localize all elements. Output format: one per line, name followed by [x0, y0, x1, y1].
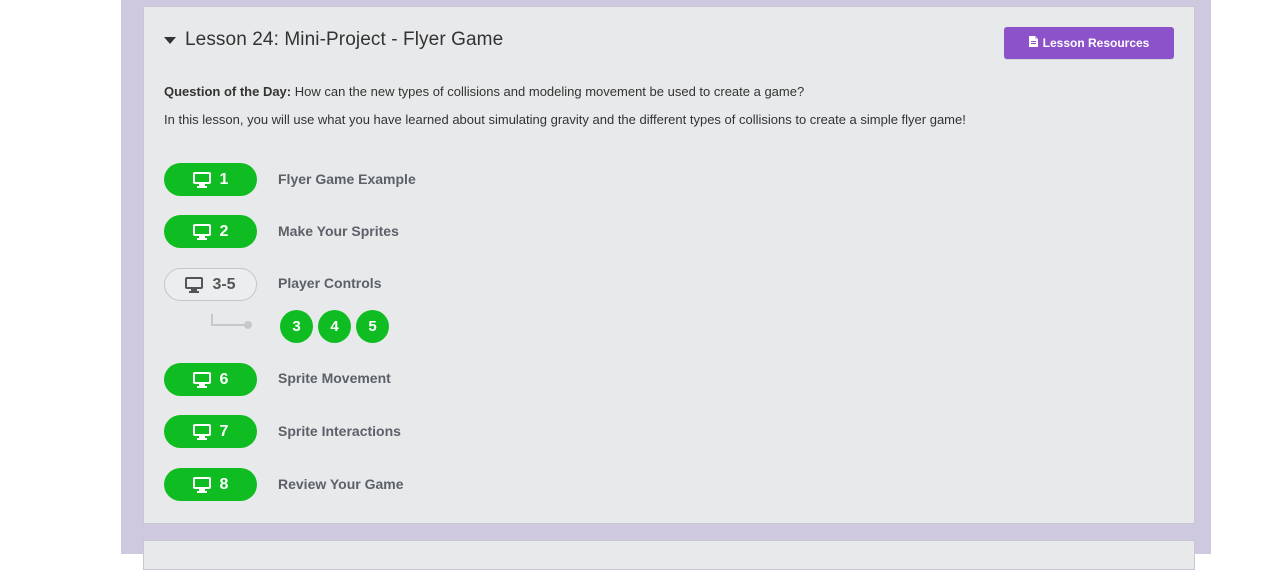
computer-monitor-icon	[192, 171, 211, 188]
level-button-1[interactable]: 1	[164, 163, 257, 196]
computer-monitor-icon	[192, 423, 211, 440]
level-group-button-3-5[interactable]: 3-5	[164, 268, 257, 301]
level-number: 3-5	[212, 275, 236, 293]
sublevel-bubble-5[interactable]: 5	[356, 310, 389, 343]
level-number: 7	[219, 422, 229, 440]
question-label: Question of the Day:	[164, 84, 292, 99]
level-label-1[interactable]: Flyer Game Example	[278, 171, 416, 187]
computer-monitor-icon	[192, 223, 211, 240]
level-number: 1	[219, 170, 229, 188]
level-button-7[interactable]: 7	[164, 415, 257, 448]
lesson-header: Lesson 24: Mini-Project - Flyer Game	[164, 29, 503, 51]
level-number: 6	[219, 370, 229, 388]
level-button-2[interactable]: 2	[164, 215, 257, 248]
level-label-2[interactable]: Make Your Sprites	[278, 223, 399, 239]
lesson-resources-button[interactable]: Lesson Resources	[1004, 27, 1174, 59]
level-number: 8	[219, 475, 229, 493]
level-button-8[interactable]: 8	[164, 468, 257, 501]
level-label-8[interactable]: Review Your Game	[278, 476, 404, 492]
lesson-title[interactable]: Lesson 24: Mini-Project - Flyer Game	[185, 29, 503, 51]
level-label-7[interactable]: Sprite Interactions	[278, 423, 401, 439]
level-label-6[interactable]: Sprite Movement	[278, 370, 391, 386]
level-label-3-5[interactable]: Player Controls	[278, 275, 381, 291]
caret-down-icon[interactable]	[164, 36, 176, 44]
sublevel-bubble-4[interactable]: 4	[318, 310, 351, 343]
lesson-resources-label: Lesson Resources	[1042, 36, 1150, 50]
lesson-intro: In this lesson, you will use what you ha…	[164, 112, 966, 127]
computer-monitor-icon	[192, 476, 211, 493]
sublevel-connector	[211, 314, 252, 329]
lesson-card: Lesson 24: Mini-Project - Flyer Game Les…	[143, 6, 1195, 524]
next-lesson-card	[143, 540, 1195, 570]
level-button-6[interactable]: 6	[164, 363, 257, 396]
question-of-the-day: Question of the Day: How can the new typ…	[164, 84, 804, 99]
question-text: How can the new types of collisions and …	[291, 84, 805, 99]
sublevel-bubble-3[interactable]: 3	[280, 310, 313, 343]
computer-monitor-icon	[192, 371, 211, 388]
level-number: 2	[219, 222, 229, 240]
document-icon	[1028, 36, 1038, 50]
computer-monitor-icon	[185, 276, 204, 293]
